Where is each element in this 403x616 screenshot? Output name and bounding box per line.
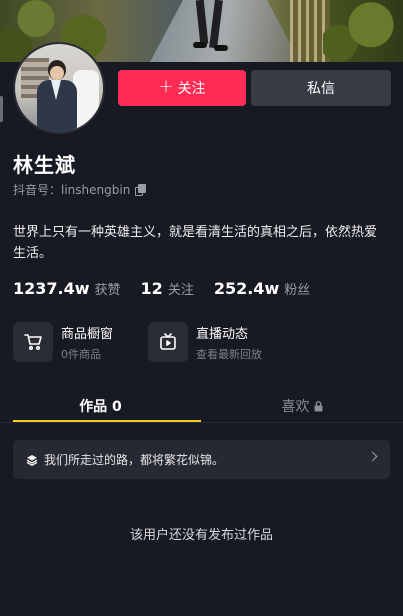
tab-likes-label: 喜欢 bbox=[281, 399, 310, 415]
profile-name: 林生斌 bbox=[13, 153, 76, 177]
live-updates-entry[interactable]: 直播动态 查看最新回放 bbox=[148, 322, 262, 362]
tab-works-label: 作品 0 bbox=[79, 399, 122, 415]
account-id-row: 抖音号：linshengbin bbox=[13, 181, 147, 198]
profile-tabs: 作品 0 喜欢 bbox=[0, 391, 403, 423]
stat-following-value: 12 bbox=[140, 279, 163, 298]
collection-notice-bar[interactable]: 我们所走过的路，都将繁花似锦。 bbox=[13, 440, 390, 479]
stat-following[interactable]: 12 关注 bbox=[141, 279, 194, 298]
follow-button-label: 关注 bbox=[177, 81, 206, 97]
stat-likes-value: 1237.4w bbox=[13, 279, 90, 298]
product-showcase-count: 0件商品 bbox=[61, 347, 101, 361]
back-edge-handle[interactable] bbox=[0, 96, 3, 122]
lock-icon bbox=[314, 400, 322, 411]
stat-following-label: 关注 bbox=[167, 283, 194, 298]
avatar[interactable] bbox=[13, 42, 105, 134]
account-id-label: 抖音号： bbox=[13, 183, 62, 197]
plus-icon: + bbox=[158, 76, 174, 97]
tab-likes[interactable]: 喜欢 bbox=[201, 391, 403, 421]
stat-followers-label: 粉丝 bbox=[284, 283, 311, 298]
cart-icon bbox=[13, 322, 53, 362]
tabs-divider bbox=[0, 422, 403, 423]
follow-button[interactable]: + 关注 bbox=[118, 70, 246, 106]
stat-followers[interactable]: 252.4w 粉丝 bbox=[214, 279, 310, 298]
account-id-value: linshengbin bbox=[61, 183, 131, 197]
live-updates-title: 直播动态 bbox=[196, 326, 249, 342]
collection-notice-text: 我们所走过的路，都将繁花似锦。 bbox=[44, 453, 225, 467]
product-showcase-entry[interactable]: 商品橱窗 0件商品 bbox=[13, 322, 113, 362]
layers-icon bbox=[26, 454, 38, 466]
profile-bio: 世界上只有一种英雄主义，就是看清生活的真相之后，依然热爱生活。 bbox=[13, 225, 378, 261]
chevron-right-icon bbox=[367, 451, 378, 462]
stat-likes[interactable]: 1237.4w 获赞 bbox=[13, 279, 121, 298]
empty-works-message: 该用户还没有发布过作品 bbox=[129, 528, 273, 543]
product-showcase-title: 商品橱窗 bbox=[61, 326, 114, 342]
stat-likes-label: 获赞 bbox=[94, 283, 121, 298]
tv-play-icon bbox=[148, 322, 188, 362]
message-button-label: 私信 bbox=[307, 81, 335, 97]
message-button[interactable]: 私信 bbox=[251, 70, 391, 106]
copy-icon[interactable] bbox=[135, 183, 147, 196]
tab-works[interactable]: 作品 0 bbox=[0, 391, 201, 421]
live-updates-subtitle: 查看最新回放 bbox=[196, 347, 262, 361]
stat-followers-value: 252.4w bbox=[213, 279, 280, 298]
profile-stats: 1237.4w 获赞 12 关注 252.4w 粉丝 bbox=[13, 279, 310, 298]
